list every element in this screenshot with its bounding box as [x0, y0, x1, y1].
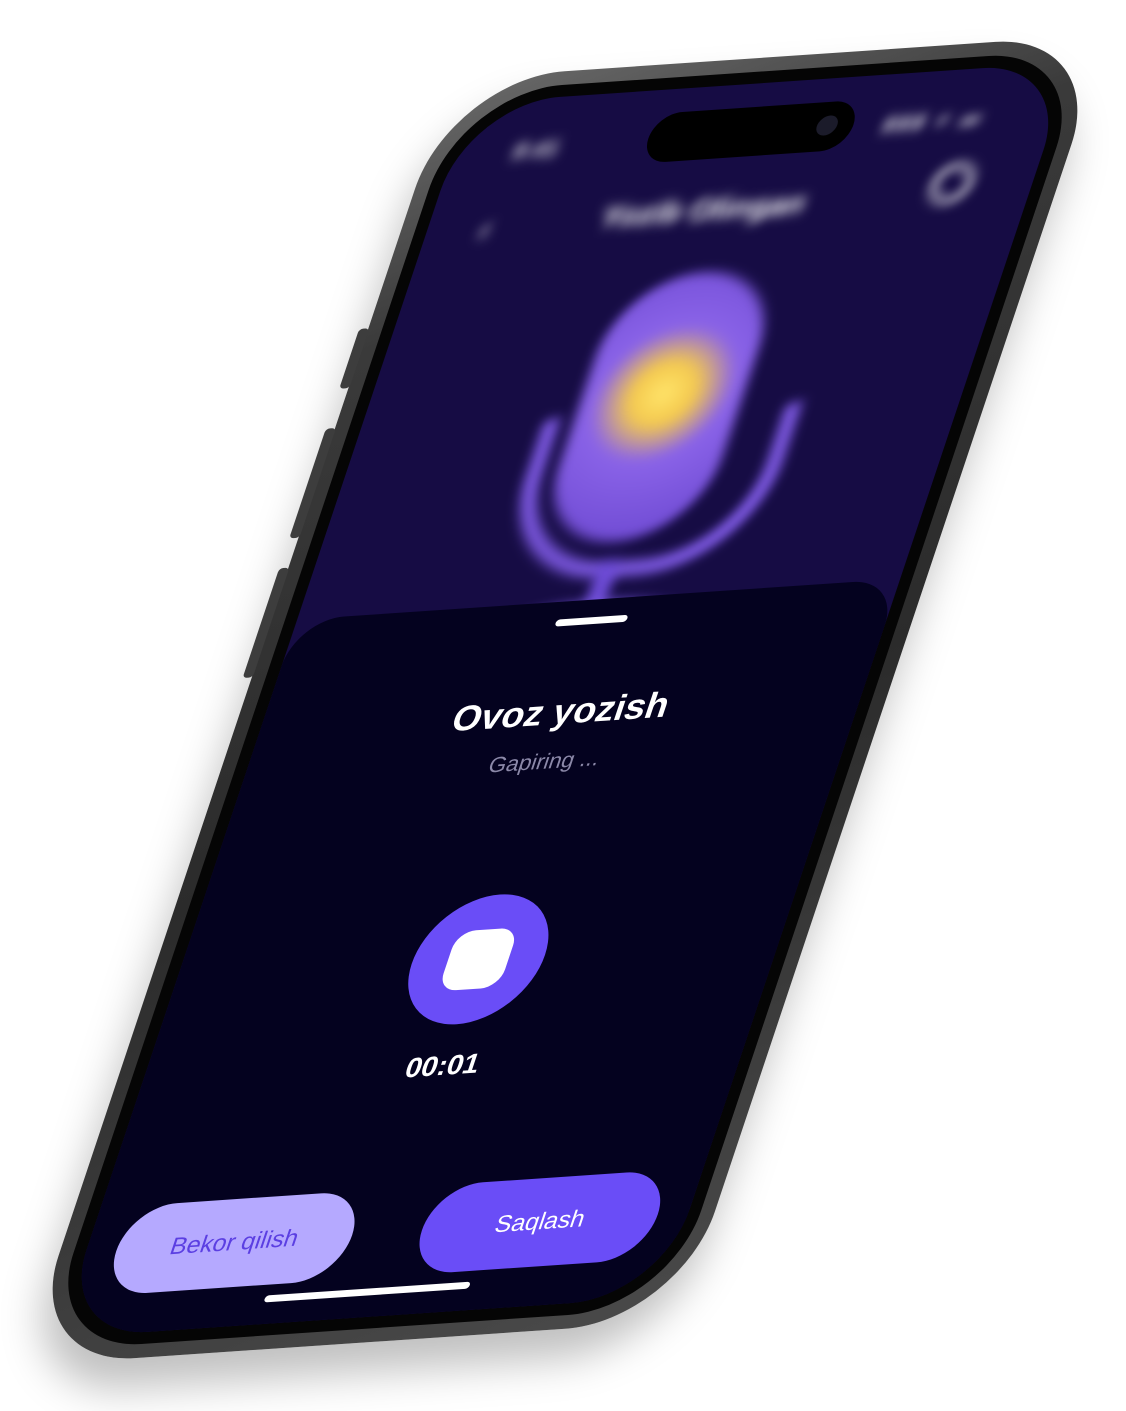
status-icons: ▮▮▮ ● ▬	[881, 106, 988, 134]
screen: 9:41 ▮▮▮ ● ▬ ‹ Yozib Olingan Ovoz yozish…	[57, 61, 1073, 1339]
record-voice-sheet: Ovoz yozish Gapiring ... 00:01 Bekor qil…	[57, 578, 901, 1339]
stop-icon	[437, 927, 520, 992]
cancel-button[interactable]: Bekor qilish	[101, 1190, 368, 1297]
background-page-title: Yozib Olingan	[596, 187, 811, 234]
stage: 9:41 ▮▮▮ ● ▬ ‹ Yozib Olingan Ovoz yozish…	[0, 0, 1126, 1411]
microphone-arm	[489, 402, 803, 586]
search-icon[interactable]	[924, 161, 980, 205]
phone-frame: 9:41 ▮▮▮ ● ▬ ‹ Yozib Olingan Ovoz yozish…	[21, 34, 1109, 1366]
sheet-grabber[interactable]	[554, 614, 629, 627]
phone-bezel: 9:41 ▮▮▮ ● ▬ ‹ Yozib Olingan Ovoz yozish…	[40, 49, 1090, 1351]
chevron-left-icon[interactable]: ‹	[473, 210, 497, 250]
save-button[interactable]: Saqlash	[406, 1169, 673, 1276]
recording-timer: 00:01	[400, 1047, 485, 1084]
status-time: 9:41	[509, 135, 564, 164]
home-indicator[interactable]	[263, 1281, 471, 1303]
camera-icon	[813, 114, 841, 137]
stop-recording-button[interactable]	[390, 889, 567, 1029]
